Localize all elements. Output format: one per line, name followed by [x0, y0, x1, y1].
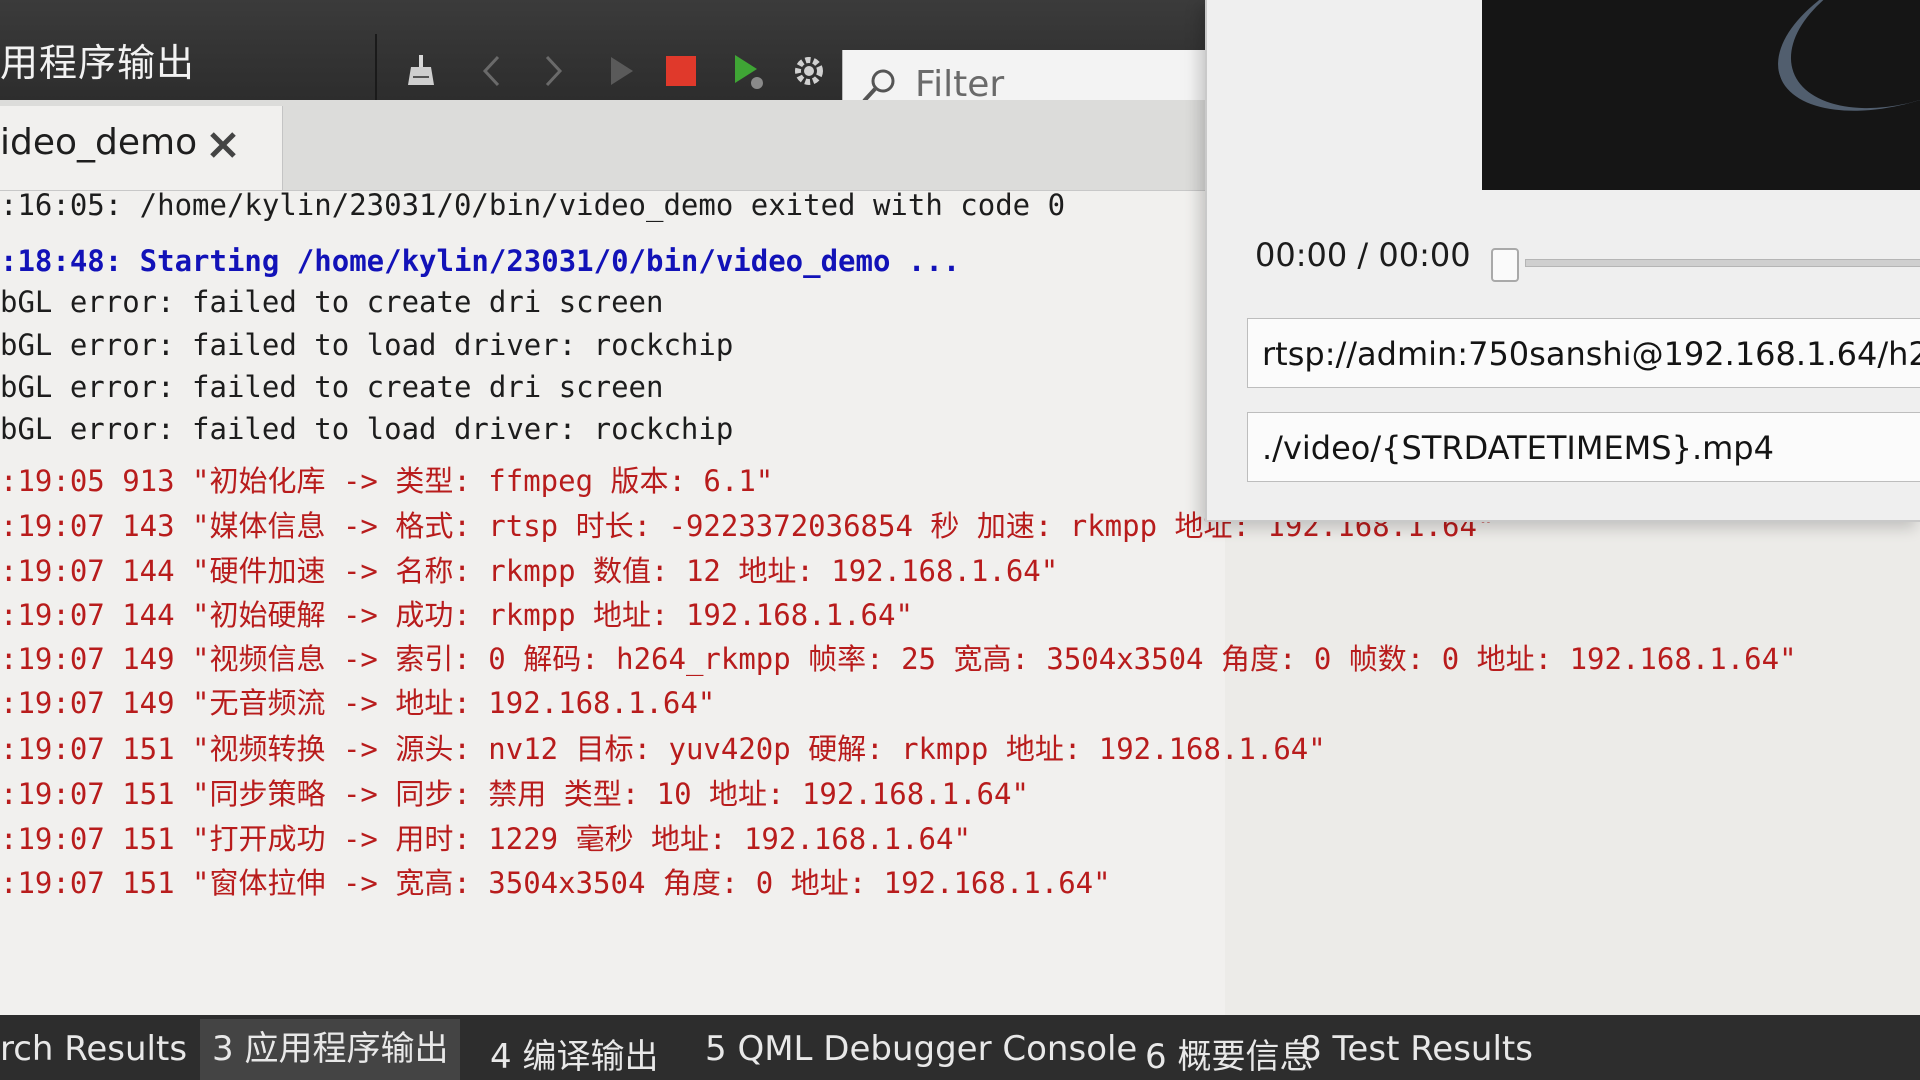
clear-output-button[interactable]	[398, 48, 444, 94]
log-line: :18:48: Starting /home/kylin/23031/0/bin…	[0, 244, 961, 278]
toolbar-separator	[375, 34, 377, 104]
output-pane-tab[interactable]: 3 应用程序输出	[200, 1019, 461, 1080]
run-icon	[611, 57, 633, 85]
log-line: :19:07 151 "打开成功 -> 用时: 1229 毫秒 地址: 192.…	[0, 822, 971, 856]
output-panes-bar: rch Results 3 应用程序输出 4 编译输出 5 QML Debugger …	[0, 1015, 1920, 1080]
output-pane-tab[interactable]: 5 QML Debugger Console	[705, 1029, 1137, 1069]
tab-label: ideo_demo	[0, 122, 198, 163]
next-item-button[interactable]	[530, 48, 576, 94]
log-line: bGL error: failed to load driver: rockch…	[0, 412, 734, 446]
log-line: :19:07 144 "初始硬解 -> 成功: rkmpp 地址: 192.16…	[0, 598, 913, 632]
video-player-window: 00:00 / 00:00 rtsp://admin:750sanshi@192…	[1205, 0, 1920, 522]
log-line: :16:05: /home/kylin/23031/0/bin/video_de…	[0, 188, 1066, 222]
log-line: :19:07 144 "硬件加速 -> 名称: rkmpp 数值: 12 地址:…	[0, 554, 1059, 588]
log-line: :19:07 149 "视频信息 -> 索引: 0 解码: h264_rkmpp…	[0, 642, 1797, 676]
chevron-left-icon	[482, 55, 500, 87]
video-display[interactable]	[1482, 0, 1920, 190]
output-pane-tab[interactable]: 8 Test Results	[1300, 1029, 1533, 1069]
settings-button[interactable]	[786, 48, 832, 94]
debug-run-icon	[735, 55, 763, 89]
save-path-field[interactable]: ./video/{STRDATETIMEMS}.mp4	[1247, 412, 1920, 482]
rerun-button[interactable]	[598, 48, 644, 94]
log-line: :19:05 913 "初始化库 -> 类型: ffmpeg 版本: 6.1"	[0, 464, 774, 498]
application-output-pane: 用程序输出 Filter ideo_demo:16:05: /home/kyl…	[0, 0, 1797, 1080]
log-line: bGL error: failed to create dri screen	[0, 285, 664, 319]
progress-slider-handle[interactable]	[1491, 248, 1519, 282]
output-pane-tab[interactable]: rch Results	[0, 1029, 187, 1069]
playback-time: 00:00 / 00:00	[1255, 236, 1471, 274]
pane-title: 用程序输出	[0, 41, 196, 85]
stop-icon	[666, 56, 696, 86]
progress-slider-track[interactable]	[1525, 259, 1920, 267]
output-pane-tab[interactable]: 6 概要信息	[1145, 1029, 1313, 1078]
log-line: :19:07 151 "窗体拉伸 -> 宽高: 3504x3504 角度: 0 …	[0, 866, 1111, 900]
filter-placeholder: Filter	[915, 64, 1005, 105]
chevron-right-icon	[545, 55, 563, 87]
stop-button[interactable]	[658, 48, 704, 94]
video-reflection	[1756, 0, 1920, 143]
gear-icon	[795, 57, 823, 85]
log-line: :19:07 149 "无音频流 -> 地址: 192.168.1.64"	[0, 686, 716, 720]
log-line: :19:07 151 "视频转换 -> 源头: nv12 目标: yuv420p…	[0, 732, 1326, 766]
stream-url-field[interactable]: rtsp://admin:750sanshi@192.168.1.64/h264	[1247, 318, 1920, 388]
previous-item-button[interactable]	[470, 48, 516, 94]
debug-run-button[interactable]	[724, 48, 770, 94]
log-line: bGL error: failed to create dri screen	[0, 370, 664, 404]
tab-video-demo[interactable]: ideo_demo	[0, 106, 283, 190]
output-pane-tab[interactable]: 4 编译输出	[490, 1029, 658, 1078]
log-line: bGL error: failed to load driver: rockch…	[0, 328, 734, 362]
output-tab-bar: ideo_demo	[0, 100, 1225, 191]
clear-output-icon	[408, 55, 434, 85]
close-icon[interactable]	[206, 128, 240, 162]
log-line: :19:07 151 "同步策略 -> 同步: 禁用 类型: 10 地址: 19…	[0, 777, 1029, 811]
